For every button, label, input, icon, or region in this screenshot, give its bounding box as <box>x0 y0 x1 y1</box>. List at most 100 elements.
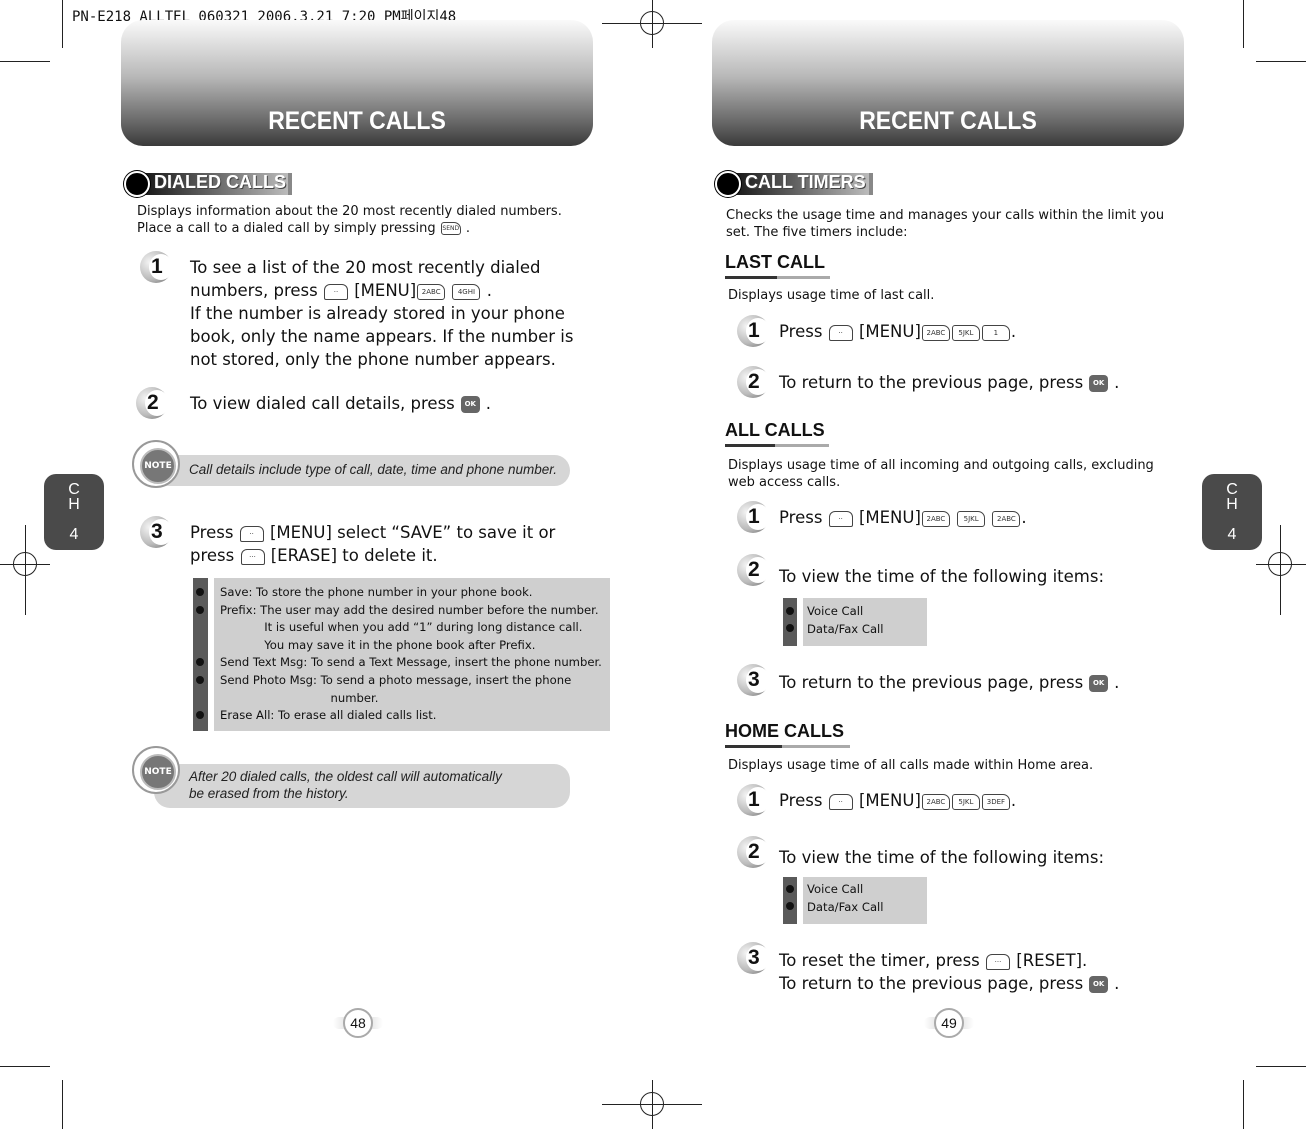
step-number-badge: 1 <box>737 315 770 347</box>
step-line: book, only the name appears. If the numb… <box>190 327 574 346</box>
note-icon: NOTE <box>132 746 180 794</box>
bullet-icon <box>786 624 794 632</box>
list-item: Data/Fax Call <box>807 899 884 914</box>
items-list: Voice Call Data/Fax Call <box>807 881 884 916</box>
punct: . <box>1021 508 1027 527</box>
step-text: Press ·· [MENU] 2ABC 5JKL 2ABC. <box>779 506 1027 529</box>
subsection-desc: Displays usage time of last call. <box>728 288 935 303</box>
note-text: After 20 dialed calls, the oldest call w… <box>189 768 579 802</box>
text: Press <box>779 508 823 527</box>
punct: . <box>1114 373 1120 392</box>
crop-mark <box>1256 1066 1306 1067</box>
chapter-tab: CH 4 <box>44 474 104 550</box>
ok-key-icon: OK <box>1089 675 1109 692</box>
note-line: be erased from the history. <box>189 786 349 801</box>
left-soft-key-icon: ·· <box>828 510 853 527</box>
option-item: Send Text Msg: To send a Text Message, i… <box>220 655 602 670</box>
text: [ERASE] to delete it. <box>270 546 438 565</box>
step-number-badge: 2 <box>136 387 169 419</box>
registration-mark <box>640 11 664 35</box>
step-line: To return to the previous page, press OK. <box>779 972 1119 995</box>
chapter-label: CH <box>1202 481 1262 513</box>
step-number-badge: 2 <box>737 554 770 586</box>
options-strip <box>193 578 208 731</box>
chapter-letter: C <box>1226 481 1238 498</box>
desc-line: Displays usage time of all incoming and … <box>728 458 1154 473</box>
crop-mark <box>1243 0 1244 48</box>
right-soft-key-icon: ··· <box>240 548 265 565</box>
step-text: To return to the previous page, press OK. <box>779 371 1119 394</box>
bullet-icon <box>786 607 794 615</box>
banner-title: RECENT CALLS <box>859 107 1037 135</box>
step-number: 1 <box>748 319 760 342</box>
step-number: 2 <box>748 558 760 581</box>
option-item: Send Photo Msg: To send a photo message,… <box>220 672 572 687</box>
left-soft-key-icon: ·· <box>828 324 853 341</box>
crop-mark <box>1256 61 1306 62</box>
registration-mark <box>13 552 37 576</box>
chapter-letter: H <box>68 496 80 513</box>
menu-label: [MENU] <box>858 791 921 810</box>
bullet-icon <box>786 902 794 910</box>
option-item: You may save it in the phone book after … <box>220 637 536 652</box>
chapter-letter: H <box>1226 496 1238 513</box>
crop-mark <box>0 61 50 62</box>
step-line: If the number is already stored in your … <box>190 304 565 323</box>
option-item: Erase All: To erase all dialed calls lis… <box>220 708 437 723</box>
step-text: To view the time of the following items: <box>779 567 1105 586</box>
chapter-letter: C <box>68 481 80 498</box>
subsection-underline <box>782 745 850 748</box>
punct: . <box>465 221 471 236</box>
page-number: 48 <box>343 1008 373 1038</box>
subsection-desc: Displays usage time of all incoming and … <box>728 457 1168 491</box>
note-icon: NOTE <box>132 440 180 488</box>
chapter-number: 4 <box>1227 526 1237 543</box>
step-number-badge: 3 <box>737 942 770 974</box>
option-item: Save: To store the phone number in your … <box>220 585 533 599</box>
key-5-icon: 5JKL <box>951 793 980 810</box>
items-list: Voice Call Data/Fax Call <box>807 603 884 638</box>
step-line: To see a list of the 20 most recently di… <box>190 258 541 277</box>
step-number: 1 <box>748 505 760 528</box>
step-line: press ··· [ERASE] to delete it. <box>190 544 610 567</box>
step-line: not stored, only the phone number appear… <box>190 350 556 369</box>
section-title: CALL TIMERS <box>745 172 866 192</box>
step-text: To reset the timer, press ··· [RESET]. T… <box>779 949 1119 995</box>
step-text: To return to the previous page, press OK. <box>779 671 1119 694</box>
subsection-underline <box>777 276 830 279</box>
banner-title: RECENT CALLS <box>268 107 446 135</box>
subsection-underline <box>775 444 829 447</box>
step-number: 3 <box>748 668 760 691</box>
right-banner: RECENT CALLS <box>712 20 1184 146</box>
registration-mark <box>640 1092 664 1116</box>
desc-line: web access calls. <box>728 475 841 490</box>
chapter-label: CH <box>44 481 104 513</box>
step-3-text: Press ·· [MENU] select “SAVE” to save it… <box>190 521 610 567</box>
key-5-icon: 5JKL <box>951 324 980 341</box>
text: To return to the previous page, press <box>779 673 1084 692</box>
step-number: 3 <box>748 946 760 969</box>
punct: . <box>1010 322 1017 341</box>
left-soft-key-icon: ·· <box>239 525 264 542</box>
subsection-title: LAST CALL <box>725 252 825 272</box>
key-2-icon: 2ABC <box>992 510 1021 527</box>
bullet-icon <box>196 606 204 614</box>
bullet-icon <box>196 676 204 684</box>
subsection-title: ALL CALLS <box>725 420 825 440</box>
step-number: 2 <box>748 840 760 863</box>
subsection-underline <box>725 444 775 447</box>
subsection-desc: Displays usage time of all calls made wi… <box>728 758 1094 773</box>
punct: . <box>486 281 492 300</box>
step-number-badge: 2 <box>737 366 770 398</box>
left-soft-key-icon: ·· <box>323 283 348 300</box>
text: Press <box>779 791 823 810</box>
bullet-icon <box>196 588 204 596</box>
intro-line-text: Place a call to a dialed call by simply … <box>137 221 436 236</box>
step-number: 1 <box>748 788 760 811</box>
crop-mark <box>0 1066 50 1067</box>
key-1-icon: 1 <box>981 324 1010 341</box>
step-number-badge: 3 <box>737 664 770 696</box>
list-item: Voice Call <box>807 882 864 896</box>
crop-mark <box>62 1080 63 1129</box>
text: To reset the timer, press <box>779 951 980 970</box>
